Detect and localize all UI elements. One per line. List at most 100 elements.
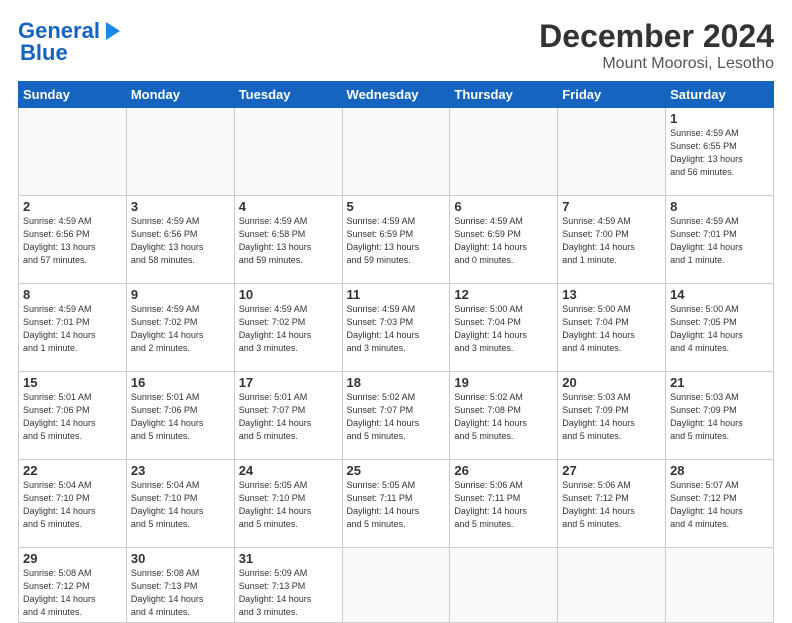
col-sunday: Sunday xyxy=(19,82,127,108)
day-info: Sunrise: 5:03 AMSunset: 7:09 PMDaylight:… xyxy=(670,391,769,443)
day-info: Sunrise: 5:00 AMSunset: 7:04 PMDaylight:… xyxy=(562,303,661,355)
day-number: 11 xyxy=(347,287,446,302)
day-info: Sunrise: 4:59 AMSunset: 6:56 PMDaylight:… xyxy=(23,215,122,267)
day-number: 24 xyxy=(239,463,338,478)
day-16: 16 Sunrise: 5:01 AMSunset: 7:06 PMDaylig… xyxy=(126,372,234,460)
day-info: Sunrise: 4:59 AMSunset: 7:03 PMDaylight:… xyxy=(347,303,446,355)
day-number: 14 xyxy=(670,287,769,302)
day-info: Sunrise: 5:00 AMSunset: 7:05 PMDaylight:… xyxy=(670,303,769,355)
day-22: 22 Sunrise: 5:04 AMSunset: 7:10 PMDaylig… xyxy=(19,460,127,548)
day-26: 26 Sunrise: 5:06 AMSunset: 7:11 PMDaylig… xyxy=(450,460,558,548)
day-number: 7 xyxy=(562,199,661,214)
col-monday: Monday xyxy=(126,82,234,108)
day-info: Sunrise: 4:59 AMSunset: 6:58 PMDaylight:… xyxy=(239,215,338,267)
day-25: 25 Sunrise: 5:05 AMSunset: 7:11 PMDaylig… xyxy=(342,460,450,548)
logo-blue: Blue xyxy=(20,40,68,66)
day-number: 21 xyxy=(670,375,769,390)
day-5: 5 Sunrise: 4:59 AMSunset: 6:59 PMDayligh… xyxy=(342,196,450,284)
day-31: 31 Sunrise: 5:09 AMSunset: 7:13 PMDaylig… xyxy=(234,548,342,623)
day-info: Sunrise: 4:59 AMSunset: 7:02 PMDaylight:… xyxy=(131,303,230,355)
empty-cell xyxy=(558,108,666,196)
page: General Blue December 2024 Mount Moorosi… xyxy=(0,0,792,612)
day-1: 1 Sunrise: 4:59 AMSunset: 6:55 PMDayligh… xyxy=(666,108,774,196)
empty-cell xyxy=(234,108,342,196)
empty-cell xyxy=(450,108,558,196)
logo-text-block: General Blue xyxy=(18,18,124,66)
day-info: Sunrise: 5:06 AMSunset: 7:11 PMDaylight:… xyxy=(454,479,553,531)
day-number: 4 xyxy=(239,199,338,214)
day-12: 12 Sunrise: 5:00 AMSunset: 7:04 PMDaylig… xyxy=(450,284,558,372)
day-14: 14 Sunrise: 5:00 AMSunset: 7:05 PMDaylig… xyxy=(666,284,774,372)
day-number: 9 xyxy=(131,287,230,302)
day-13: 13 Sunrise: 5:00 AMSunset: 7:04 PMDaylig… xyxy=(558,284,666,372)
day-info: Sunrise: 5:05 AMSunset: 7:10 PMDaylight:… xyxy=(239,479,338,531)
day-27: 27 Sunrise: 5:06 AMSunset: 7:12 PMDaylig… xyxy=(558,460,666,548)
day-number: 8 xyxy=(23,287,122,302)
day-info: Sunrise: 5:02 AMSunset: 7:07 PMDaylight:… xyxy=(347,391,446,443)
day-info: Sunrise: 4:59 AMSunset: 7:01 PMDaylight:… xyxy=(23,303,122,355)
col-saturday: Saturday xyxy=(666,82,774,108)
empty-cell xyxy=(19,108,127,196)
empty-cell xyxy=(126,108,234,196)
calendar-table: Sunday Monday Tuesday Wednesday Thursday… xyxy=(18,81,774,623)
day-info: Sunrise: 5:03 AMSunset: 7:09 PMDaylight:… xyxy=(562,391,661,443)
day-info: Sunrise: 4:59 AMSunset: 7:02 PMDaylight:… xyxy=(239,303,338,355)
day-number: 22 xyxy=(23,463,122,478)
day-info: Sunrise: 5:02 AMSunset: 7:08 PMDaylight:… xyxy=(454,391,553,443)
day-4: 4 Sunrise: 4:59 AMSunset: 6:58 PMDayligh… xyxy=(234,196,342,284)
day-number: 30 xyxy=(131,551,230,566)
day-3: 3 Sunrise: 4:59 AMSunset: 6:56 PMDayligh… xyxy=(126,196,234,284)
day-number: 15 xyxy=(23,375,122,390)
empty-cell xyxy=(342,548,450,623)
col-thursday: Thursday xyxy=(450,82,558,108)
day-number: 29 xyxy=(23,551,122,566)
day-9: 9 Sunrise: 4:59 AMSunset: 7:02 PMDayligh… xyxy=(126,284,234,372)
day-number: 2 xyxy=(23,199,122,214)
week-row-2: 2 Sunrise: 4:59 AMSunset: 6:56 PMDayligh… xyxy=(19,196,774,284)
day-30: 30 Sunrise: 5:08 AMSunset: 7:13 PMDaylig… xyxy=(126,548,234,623)
col-wednesday: Wednesday xyxy=(342,82,450,108)
month-title: December 2024 xyxy=(539,18,774,55)
day-number: 17 xyxy=(239,375,338,390)
logo-arrow-icon xyxy=(102,20,124,42)
day-info: Sunrise: 4:59 AMSunset: 7:01 PMDaylight:… xyxy=(670,215,769,267)
day-number: 27 xyxy=(562,463,661,478)
day-number: 26 xyxy=(454,463,553,478)
day-17: 17 Sunrise: 5:01 AMSunset: 7:07 PMDaylig… xyxy=(234,372,342,460)
day-number: 28 xyxy=(670,463,769,478)
day-info: Sunrise: 5:04 AMSunset: 7:10 PMDaylight:… xyxy=(131,479,230,531)
day-info: Sunrise: 5:01 AMSunset: 7:06 PMDaylight:… xyxy=(23,391,122,443)
day-21: 21 Sunrise: 5:03 AMSunset: 7:09 PMDaylig… xyxy=(666,372,774,460)
location-title: Mount Moorosi, Lesotho xyxy=(539,55,774,73)
day-info: Sunrise: 4:59 AMSunset: 7:00 PMDaylight:… xyxy=(562,215,661,267)
day-number: 10 xyxy=(239,287,338,302)
day-28: 28 Sunrise: 5:07 AMSunset: 7:12 PMDaylig… xyxy=(666,460,774,548)
day-23: 23 Sunrise: 5:04 AMSunset: 7:10 PMDaylig… xyxy=(126,460,234,548)
day-info: Sunrise: 5:04 AMSunset: 7:10 PMDaylight:… xyxy=(23,479,122,531)
day-11: 11 Sunrise: 4:59 AMSunset: 7:03 PMDaylig… xyxy=(342,284,450,372)
calendar-header-row: Sunday Monday Tuesday Wednesday Thursday… xyxy=(19,82,774,108)
day-number: 12 xyxy=(454,287,553,302)
day-info: Sunrise: 5:07 AMSunset: 7:12 PMDaylight:… xyxy=(670,479,769,531)
logo: General Blue xyxy=(18,18,124,66)
header: General Blue December 2024 Mount Moorosi… xyxy=(18,18,774,73)
day-info: Sunrise: 5:01 AMSunset: 7:06 PMDaylight:… xyxy=(131,391,230,443)
day-number: 19 xyxy=(454,375,553,390)
day-info: Sunrise: 5:01 AMSunset: 7:07 PMDaylight:… xyxy=(239,391,338,443)
empty-cell xyxy=(558,548,666,623)
title-section: December 2024 Mount Moorosi, Lesotho xyxy=(539,18,774,73)
day-number: 8 xyxy=(670,199,769,214)
day-19: 19 Sunrise: 5:02 AMSunset: 7:08 PMDaylig… xyxy=(450,372,558,460)
week-row-5: 22 Sunrise: 5:04 AMSunset: 7:10 PMDaylig… xyxy=(19,460,774,548)
day-info: Sunrise: 5:08 AMSunset: 7:13 PMDaylight:… xyxy=(131,567,230,619)
col-tuesday: Tuesday xyxy=(234,82,342,108)
day-20: 20 Sunrise: 5:03 AMSunset: 7:09 PMDaylig… xyxy=(558,372,666,460)
day-24: 24 Sunrise: 5:05 AMSunset: 7:10 PMDaylig… xyxy=(234,460,342,548)
day-10: 10 Sunrise: 4:59 AMSunset: 7:02 PMDaylig… xyxy=(234,284,342,372)
day-7: 7 Sunrise: 4:59 AMSunset: 7:00 PMDayligh… xyxy=(558,196,666,284)
day-number: 25 xyxy=(347,463,446,478)
day-info: Sunrise: 5:06 AMSunset: 7:12 PMDaylight:… xyxy=(562,479,661,531)
day-number: 1 xyxy=(670,111,769,126)
empty-cell xyxy=(342,108,450,196)
day-number: 5 xyxy=(347,199,446,214)
